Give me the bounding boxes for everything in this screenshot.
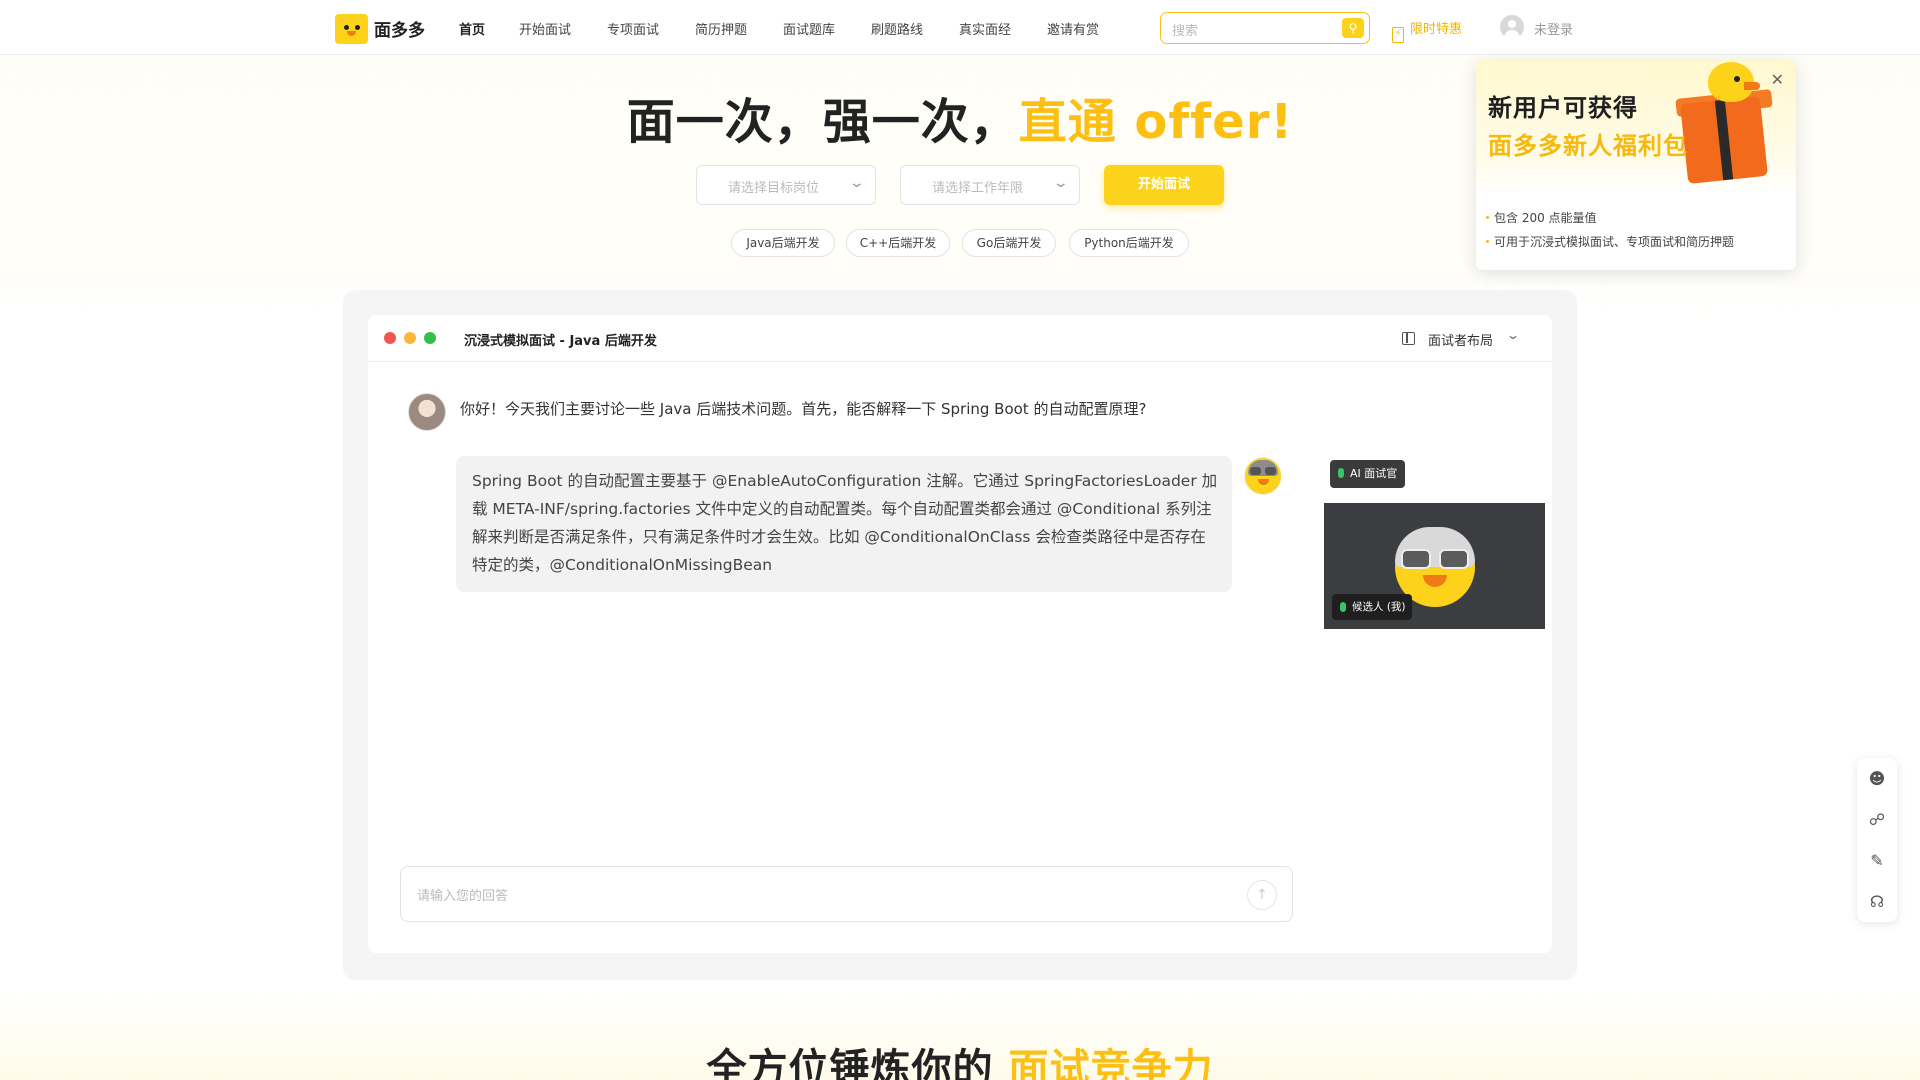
- logo-eye-left: [344, 25, 349, 30]
- microphone-icon: [1340, 602, 1346, 612]
- chip-python-backend[interactable]: Python后端开发: [1069, 229, 1189, 257]
- promo-heading: 新用户可获得: [1488, 94, 1638, 122]
- layout-selector[interactable]: 面试者布局: [1428, 330, 1493, 349]
- send-arrow-up-icon[interactable]: ↑: [1247, 880, 1277, 910]
- close-icon[interactable]: ✕: [1771, 70, 1784, 89]
- nav-item-invite-reward[interactable]: 邀请有赏: [1047, 19, 1099, 38]
- gift-ribbon: [1714, 99, 1734, 181]
- floating-toolbar: ☻ ☍ ✎ ☊: [1857, 758, 1897, 922]
- candidate-badge: 候选人 (我): [1332, 594, 1412, 620]
- glasses-left: [1401, 549, 1431, 569]
- user-profile-icon[interactable]: ☻: [1857, 758, 1897, 799]
- nav-item-special-interview[interactable]: 专项面试: [607, 19, 659, 38]
- limited-offer-link[interactable]: ⚡ 限时特惠: [1392, 18, 1462, 43]
- target-position-select[interactable]: 请选择目标岗位 ⌄: [696, 165, 876, 205]
- chip-cpp-backend[interactable]: C++后端开发: [846, 229, 950, 257]
- layout-icon[interactable]: [1402, 332, 1415, 345]
- edit-pen-icon[interactable]: ✎: [1857, 840, 1897, 881]
- candidate-label: 候选人 (我): [1352, 601, 1406, 613]
- search-input[interactable]: 搜索 ⚲: [1160, 12, 1370, 44]
- candidate-video-tile: 候选人 (我): [1324, 503, 1545, 629]
- top-navbar: 面多多 首页 开始面试 专项面试 简历押题 面试题库 刷题路线 真实面经 邀请有…: [0, 0, 1920, 55]
- chevron-down-icon[interactable]: ⌄: [1506, 328, 1520, 342]
- work-years-select[interactable]: 请选择工作年限 ⌄: [900, 165, 1080, 205]
- ai-interviewer-label: AI 面试官: [1350, 467, 1398, 480]
- nav-item-start-interview[interactable]: 开始面试: [519, 19, 571, 38]
- gift-box-icon: [1680, 96, 1768, 184]
- logo-icon[interactable]: [335, 14, 368, 44]
- ai-interviewer-badge: AI 面试官: [1330, 460, 1406, 488]
- candidate-answer-text: Spring Boot 的自动配置主要基于 @EnableAutoConfigu…: [472, 472, 1218, 574]
- wechat-icon[interactable]: ☍: [1857, 799, 1897, 840]
- interviewer-question: 你好！今天我们主要讨论一些 Java 后端技术问题。首先，能否解释一下 Spri…: [460, 400, 1147, 418]
- search-placeholder: 搜索: [1172, 24, 1199, 39]
- duck-beak: [1744, 82, 1760, 90]
- limited-offer-label: 限时特惠: [1410, 22, 1463, 37]
- battery-bolt-icon: ⚡: [1392, 27, 1404, 43]
- hero-title-highlight: 直通 offer!: [1018, 94, 1294, 150]
- nav-item-question-bank[interactable]: 面试题库: [783, 19, 835, 38]
- logo-eye-right: [355, 25, 360, 30]
- answer-input[interactable]: 请输入您的回答 ↑: [400, 866, 1293, 922]
- interviewer-avatar: [408, 393, 446, 431]
- start-interview-button[interactable]: 开始面试: [1104, 165, 1224, 205]
- promo-subheading: 面多多新人福利包: [1488, 132, 1688, 160]
- promo-bullet: 可用于沉浸式模拟面试、专项面试和简历押题: [1485, 235, 1735, 249]
- nav-item-real-experience[interactable]: 真实面经: [959, 19, 1011, 38]
- chip-go-backend[interactable]: Go后端开发: [962, 229, 1056, 257]
- section-title-main: 全方位锤炼你的: [706, 1046, 1009, 1080]
- window-header: 沉浸式模拟面试 - Java 后端开发 面试者布局 ⌄: [368, 315, 1552, 362]
- window-maximize-dot: [424, 332, 436, 344]
- window-minimize-dot: [404, 332, 416, 344]
- brand-name[interactable]: 面多多: [374, 16, 425, 41]
- duck-eye: [1734, 76, 1740, 82]
- section-title-highlight: 面试竞争力: [1008, 1046, 1214, 1080]
- work-years-placeholder: 请选择工作年限: [932, 181, 1024, 196]
- interview-window: 沉浸式模拟面试 - Java 后端开发 面试者布局 ⌄ 你好！今天我们主要讨论一…: [368, 315, 1552, 953]
- target-position-placeholder: 请选择目标岗位: [728, 181, 820, 196]
- logo-beak: [347, 31, 356, 36]
- nav-item-home[interactable]: 首页: [459, 19, 486, 38]
- chevron-down-icon: ⌄: [1052, 175, 1070, 191]
- headset-icon[interactable]: ☊: [1857, 881, 1897, 922]
- promo-bullet: 包含 200 点能量值: [1486, 211, 1597, 225]
- login-status[interactable]: 未登录: [1534, 19, 1573, 38]
- hero-title-main: 面一次，强一次，: [626, 94, 1019, 150]
- glasses-right: [1439, 549, 1469, 569]
- nav-item-practice-route[interactable]: 刷题路线: [871, 19, 923, 38]
- candidate-avatar: [1244, 457, 1282, 495]
- user-avatar-icon[interactable]: [1500, 15, 1524, 39]
- window-close-dot: [384, 332, 396, 344]
- candidate-answer-bubble: Spring Boot 的自动配置主要基于 @EnableAutoConfigu…: [456, 456, 1232, 592]
- section-title: 全方位锤炼你的 面试竞争力: [0, 1036, 1920, 1080]
- microphone-icon: [1338, 468, 1344, 478]
- chevron-down-icon: ⌄: [848, 175, 866, 191]
- new-user-promo-popup[interactable]: 新用户可获得 面多多新人福利包 ✕ 包含 200 点能量值 可用于沉浸式模拟面试…: [1476, 60, 1796, 270]
- window-title: 沉浸式模拟面试 - Java 后端开发: [464, 334, 657, 349]
- answer-input-placeholder: 请输入您的回答: [417, 889, 509, 904]
- nav-item-resume-questions[interactable]: 简历押题: [695, 19, 747, 38]
- search-icon[interactable]: ⚲: [1342, 18, 1364, 38]
- chip-java-backend[interactable]: Java后端开发: [731, 229, 835, 257]
